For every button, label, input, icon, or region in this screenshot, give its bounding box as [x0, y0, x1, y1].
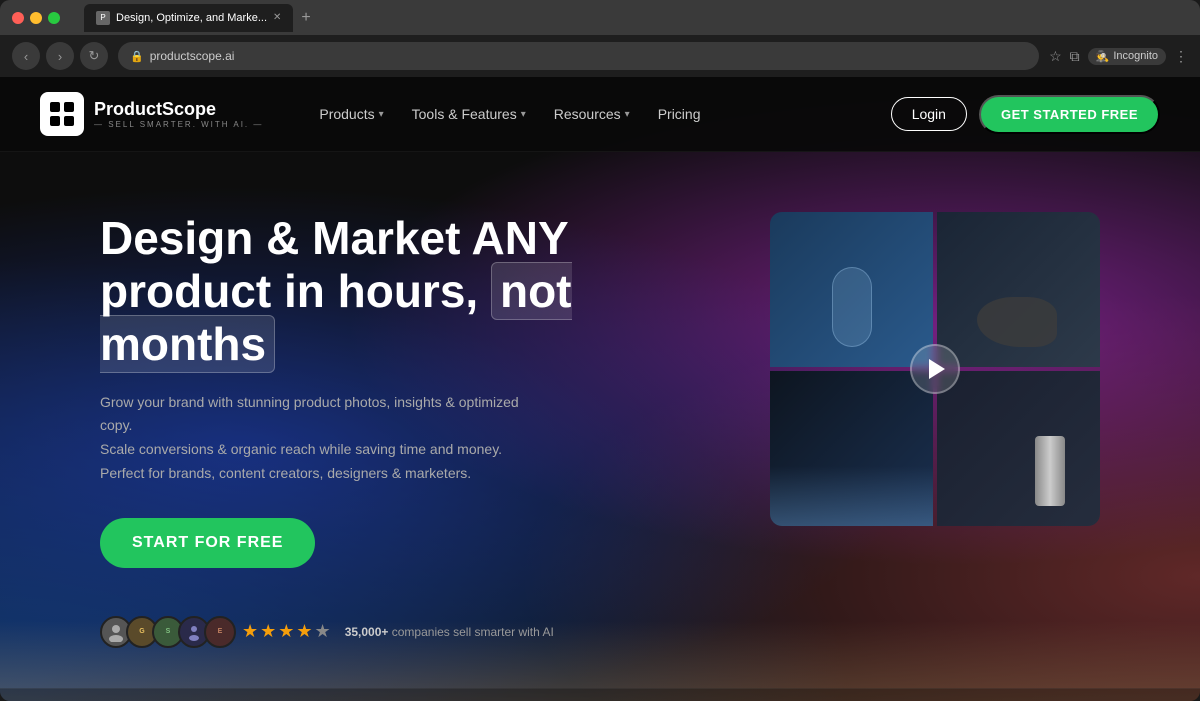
hero-left: Design & Market ANY product in hours, no…: [100, 212, 710, 648]
browser-actions: ☆ ⧉ 🕵 Incognito ⋮: [1049, 48, 1188, 65]
image-top-left: [770, 212, 933, 367]
title-bar: P Design, Optimize, and Marke... ✕ +: [0, 0, 1200, 35]
nav-pricing[interactable]: Pricing: [658, 106, 701, 122]
active-tab[interactable]: P Design, Optimize, and Marke... ✕: [84, 4, 293, 32]
image-bottom-left: [770, 371, 933, 526]
nav-pricing-label: Pricing: [658, 106, 701, 122]
image-top-right: [937, 212, 1100, 367]
logo-tagline: — SELL SMARTER. WITH AI. —: [94, 120, 263, 129]
nav-buttons: ‹ › ↻: [12, 42, 108, 70]
avatar-5: E: [204, 616, 236, 648]
wave-decoration: [770, 466, 933, 526]
nav-products[interactable]: Products ▾: [319, 106, 383, 122]
start-free-button[interactable]: START FOR FREE: [100, 518, 315, 568]
navbar: ProductScope — SELL SMARTER. WITH AI. — …: [0, 77, 1200, 152]
feature-badges: ✓ No Credit Card Required ✓ 200 Free Stu…: [0, 688, 1200, 701]
nav-resources[interactable]: Resources ▾: [554, 106, 630, 122]
new-tab-button[interactable]: +: [301, 9, 310, 27]
nav-tools[interactable]: Tools & Features ▾: [412, 106, 526, 122]
tab-bar: P Design, Optimize, and Marke... ✕ +: [84, 4, 311, 32]
hero-right: [770, 212, 1100, 526]
lock-icon: 🔒: [130, 50, 144, 63]
login-button[interactable]: Login: [891, 97, 967, 131]
logo-name: ProductScope: [94, 99, 263, 120]
nav-links: Products ▾ Tools & Features ▾ Resources …: [319, 106, 858, 122]
browser-window: P Design, Optimize, and Marke... ✕ + ‹ ›…: [0, 0, 1200, 701]
rock-decoration: [977, 297, 1057, 347]
social-text: 35,000+ companies sell smarter with AI: [345, 625, 554, 639]
website-content: ProductScope — SELL SMARTER. WITH AI. — …: [0, 77, 1200, 701]
url-text: productscope.ai: [150, 49, 235, 63]
bookmark-icon[interactable]: ☆: [1049, 48, 1062, 65]
address-bar: ‹ › ↻ 🔒 productscope.ai ☆ ⧉ 🕵 Incognito …: [0, 35, 1200, 77]
maximize-button[interactable]: [48, 12, 60, 24]
url-bar[interactable]: 🔒 productscope.ai: [118, 42, 1039, 70]
social-count: 35,000+: [345, 625, 389, 639]
menu-icon[interactable]: ⋮: [1174, 48, 1188, 65]
star-rating: ★★★★★: [242, 621, 333, 642]
minimize-button[interactable]: [30, 12, 42, 24]
reload-button[interactable]: ↻: [80, 42, 108, 70]
products-chevron-icon: ▾: [379, 109, 384, 120]
hero-subtitle: Grow your brand with stunning product ph…: [100, 391, 520, 486]
hero-section: Design & Market ANY product in hours, no…: [0, 152, 1200, 688]
nav-tools-label: Tools & Features: [412, 106, 517, 122]
tab-close-icon[interactable]: ✕: [273, 12, 281, 23]
social-desc: companies sell smarter with AI: [392, 625, 554, 639]
logo-text: ProductScope — SELL SMARTER. WITH AI. —: [94, 99, 263, 129]
get-started-button[interactable]: GET STARTED FREE: [979, 95, 1160, 134]
back-button[interactable]: ‹: [12, 42, 40, 70]
close-button[interactable]: [12, 12, 24, 24]
incognito-badge: 🕵 Incognito: [1088, 48, 1166, 65]
tab-favicon: P: [96, 11, 110, 25]
cylinder-decoration: [1035, 436, 1065, 506]
logo[interactable]: ProductScope — SELL SMARTER. WITH AI. —: [40, 92, 263, 136]
play-button[interactable]: [910, 344, 960, 394]
extensions-icon[interactable]: ⧉: [1070, 48, 1080, 65]
tab-title: Design, Optimize, and Marke...: [116, 12, 267, 24]
social-proof: G S E ★★★★★ 35,000+: [100, 616, 710, 648]
play-icon: [929, 359, 945, 379]
incognito-label: Incognito: [1113, 50, 1158, 62]
forward-button[interactable]: ›: [46, 42, 74, 70]
glass-decoration: [832, 267, 872, 347]
resources-chevron-icon: ▾: [625, 109, 630, 120]
nav-resources-label: Resources: [554, 106, 621, 122]
nav-actions: Login GET STARTED FREE: [891, 95, 1160, 134]
traffic-lights: [12, 12, 60, 24]
incognito-icon: 🕵: [1096, 50, 1110, 63]
avatar-stack: G S E: [100, 616, 230, 648]
nav-products-label: Products: [319, 106, 374, 122]
tools-chevron-icon: ▾: [521, 109, 526, 120]
logo-icon: [40, 92, 84, 136]
image-bottom-right: [937, 371, 1100, 526]
hero-title: Design & Market ANY product in hours, no…: [100, 212, 710, 371]
image-grid: [770, 212, 1100, 526]
